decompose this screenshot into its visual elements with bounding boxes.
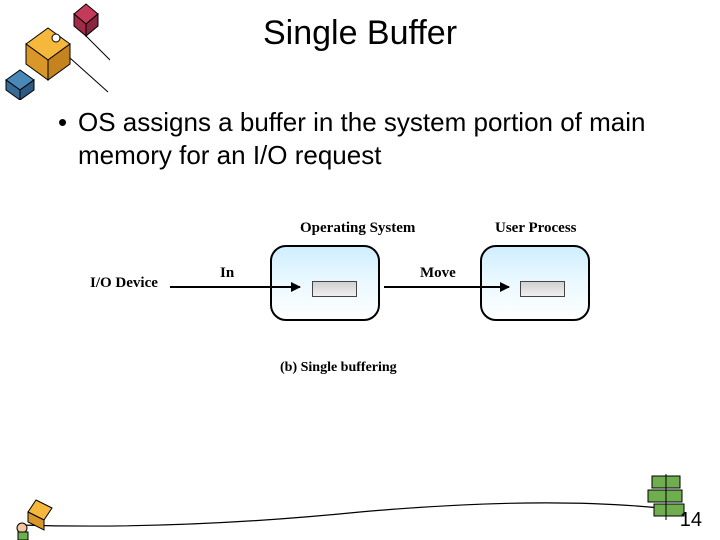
page-title: Single Buffer xyxy=(0,14,720,53)
bullet-item: • OS assigns a buffer in the system port… xyxy=(58,106,678,171)
diagram-caption: (b) Single buffering xyxy=(280,360,397,376)
label-user-process: User Process xyxy=(495,220,577,237)
label-io-device: I/O Device xyxy=(90,275,158,292)
os-buffer xyxy=(312,281,357,297)
label-move: Move xyxy=(420,265,456,282)
os-box xyxy=(270,245,380,321)
user-buffer xyxy=(520,281,565,297)
arrow-move xyxy=(384,286,509,288)
page-number: 14 xyxy=(680,509,702,532)
footer-decoration xyxy=(0,470,720,540)
user-box xyxy=(480,245,590,321)
arrow-in xyxy=(170,286,300,288)
bullet-text: OS assigns a buffer in the system portio… xyxy=(78,106,678,171)
bullet-marker: • xyxy=(58,106,78,139)
single-buffer-diagram: Operating System User Process I/O Device… xyxy=(90,220,630,380)
label-in: In xyxy=(220,265,234,282)
label-operating-system: Operating System xyxy=(300,220,415,237)
